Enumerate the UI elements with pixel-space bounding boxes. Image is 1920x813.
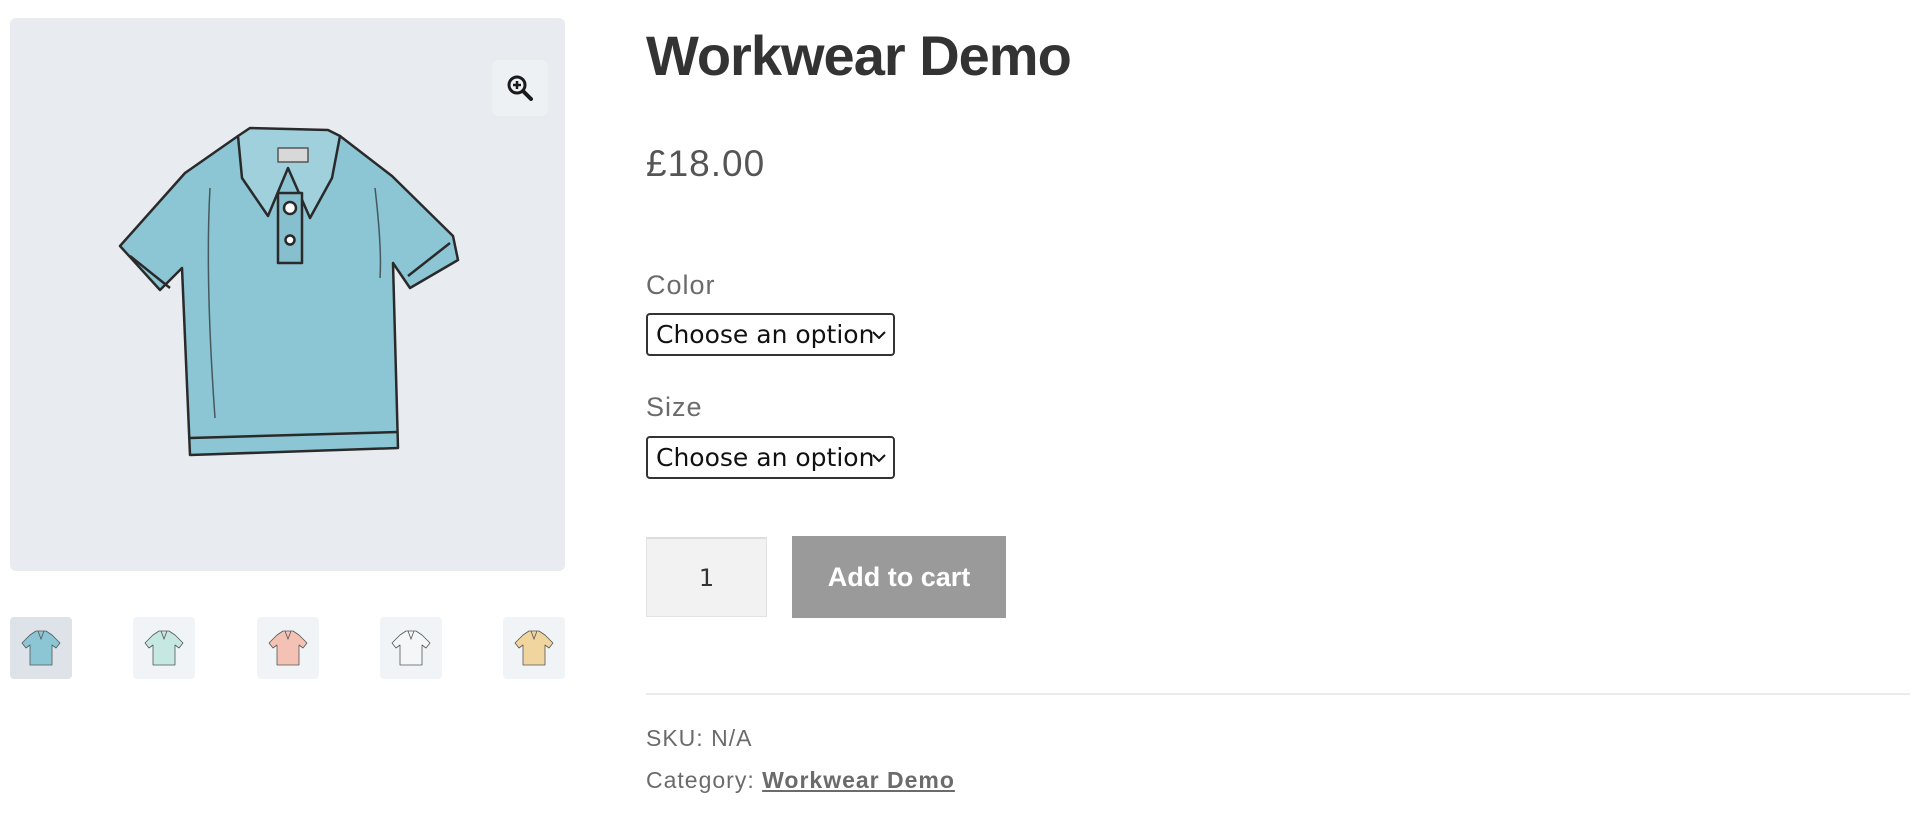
chevron-down-icon bbox=[872, 331, 886, 340]
thumbnail-pink[interactable] bbox=[257, 617, 319, 679]
sku-line: SKU: N/A bbox=[646, 723, 752, 753]
quantity-input[interactable]: 1 bbox=[646, 537, 767, 617]
thumbnail-mint[interactable] bbox=[133, 617, 195, 679]
polo-shirt-icon bbox=[391, 630, 431, 666]
thumbnail-blue[interactable] bbox=[10, 617, 72, 679]
product-main-image[interactable] bbox=[10, 18, 565, 571]
thumbnail-white[interactable] bbox=[380, 617, 442, 679]
size-select[interactable]: Choose an option bbox=[646, 436, 895, 479]
product-price: £18.00 bbox=[646, 143, 766, 184]
polo-shirt-icon bbox=[144, 630, 184, 666]
product-title: Workwear Demo bbox=[646, 24, 1072, 87]
product-page: Workwear Demo £18.00 Color Choose an opt… bbox=[0, 0, 1920, 813]
polo-shirt-icon bbox=[21, 630, 61, 666]
add-to-cart-button[interactable]: Add to cart bbox=[792, 536, 1006, 618]
gallery-thumbnails bbox=[10, 617, 565, 679]
thumbnail-yellow[interactable] bbox=[503, 617, 565, 679]
color-label: Color bbox=[646, 270, 716, 300]
polo-shirt-illustration bbox=[118, 126, 460, 457]
category-line: Category: Workwear Demo bbox=[646, 765, 955, 795]
zoom-button[interactable] bbox=[492, 60, 548, 116]
divider bbox=[646, 693, 1910, 695]
polo-shirt-icon bbox=[514, 630, 554, 666]
category-label: Category: bbox=[646, 767, 755, 793]
zoom-in-icon bbox=[507, 75, 533, 101]
size-select-value: Choose an option bbox=[656, 443, 875, 472]
sku-label: SKU: bbox=[646, 725, 704, 751]
sku-value: N/A bbox=[711, 725, 753, 751]
polo-shirt-icon bbox=[268, 630, 308, 666]
size-label: Size bbox=[646, 392, 703, 422]
color-select-value: Choose an option bbox=[656, 320, 875, 349]
category-link[interactable]: Workwear Demo bbox=[762, 767, 955, 793]
chevron-down-icon bbox=[872, 454, 886, 463]
color-select[interactable]: Choose an option bbox=[646, 313, 895, 356]
